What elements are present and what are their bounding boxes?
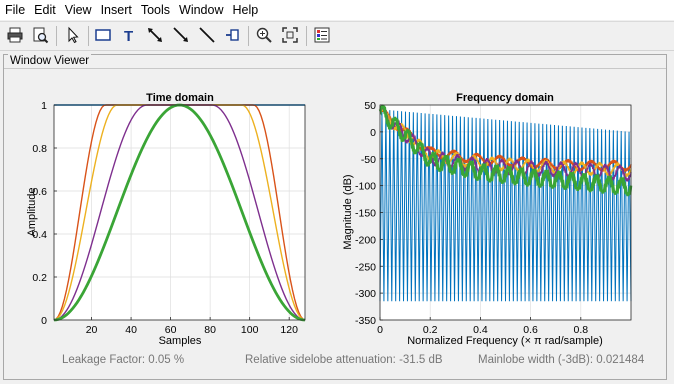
time-ytick-label: 0 bbox=[41, 315, 47, 327]
freq-ytick-label: -250 bbox=[355, 261, 376, 273]
freq-title: Frequency domain bbox=[456, 92, 554, 104]
time-ytick-label: 1 bbox=[41, 100, 47, 112]
time-title: Time domain bbox=[146, 92, 214, 104]
freq-ytick-label: -100 bbox=[355, 181, 376, 193]
time-xtick-label: 80 bbox=[204, 324, 216, 336]
mainlobe-width-text: Mainlobe width (-3dB): 0.021484 bbox=[478, 354, 645, 366]
frequency-domain-plot[interactable]: 0 0.2 0.4 0.6 0.8 500-50-100-150-200-250-300… bbox=[342, 92, 633, 347]
charts-canvas: 20 40 60 80 100 120 00.20.40.60.81 Time domai… bbox=[26, 92, 633, 347]
time-ytick-label: 0.8 bbox=[32, 143, 47, 155]
freq-yticks: 50 0 -50 -100 -150 -200 -250 -300 -350 bbox=[355, 100, 383, 327]
time-xlabel: Samples bbox=[159, 335, 202, 347]
freq-ytick-label: 0 bbox=[370, 127, 376, 139]
time-ytick-label: 0.2 bbox=[32, 272, 47, 284]
freq-xlabel: Normalized Frequency (× π rad/sample) bbox=[407, 335, 603, 347]
time-domain-plot[interactable]: 20 40 60 80 100 120 00.20.40.60.81 Time domai… bbox=[26, 92, 306, 347]
freq-ytick-label: -50 bbox=[361, 154, 376, 166]
freq-ytick-label: -350 bbox=[355, 315, 376, 327]
time-xtick-label: 40 bbox=[125, 324, 137, 336]
freq-ytick-label: -150 bbox=[355, 208, 376, 220]
freq-ylabel: Magnitude (dB) bbox=[342, 174, 354, 249]
freq-ytick-label: 50 bbox=[364, 100, 376, 112]
time-xtick-label: 100 bbox=[241, 324, 259, 336]
freq-ytick-label: -300 bbox=[355, 288, 376, 300]
freq-xtick-label: 0 bbox=[377, 324, 383, 336]
time-xtick-label: 20 bbox=[86, 324, 98, 336]
leakage-factor-text: Leakage Factor: 0.05 % bbox=[62, 354, 185, 366]
time-xtick-label: 120 bbox=[280, 324, 298, 336]
freq-ytick-label: -200 bbox=[355, 234, 376, 246]
time-ylabel: Amplitude bbox=[26, 188, 38, 237]
sidelobe-attenuation-text: Relative sidelobe attenuation: -31.5 dB bbox=[245, 354, 443, 366]
